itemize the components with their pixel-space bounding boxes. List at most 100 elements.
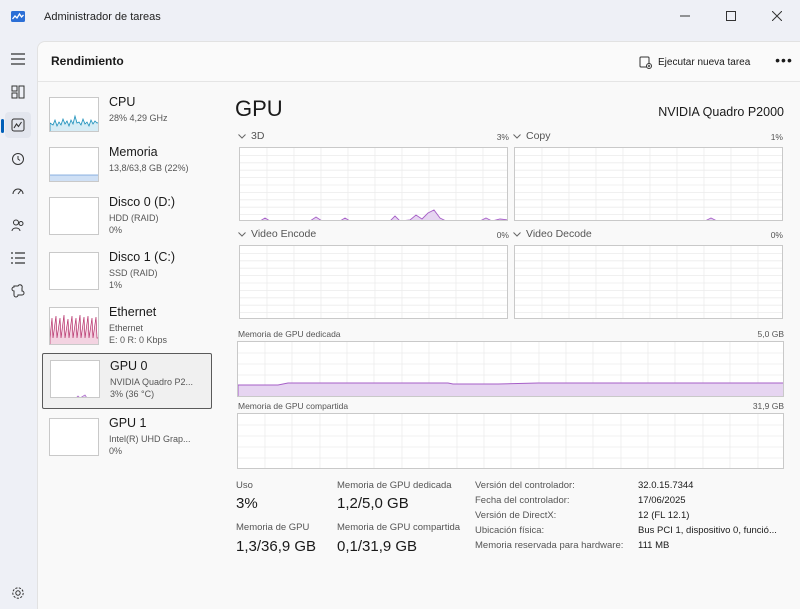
performance-icon xyxy=(11,118,25,132)
device-name: GPU 0 xyxy=(110,359,148,373)
menu-button[interactable] xyxy=(5,46,31,72)
dedicated-memory-graph xyxy=(237,341,784,397)
run-new-task-icon xyxy=(639,56,652,69)
disk0-thumbnail-graph xyxy=(49,197,99,235)
nav-users[interactable] xyxy=(5,212,31,238)
engine-copy-percent: 1% xyxy=(770,132,783,142)
engine-video-decode-selector[interactable]: Video Decode xyxy=(513,228,592,240)
directx-version-value: 12 (FL 12.1) xyxy=(638,510,690,521)
device-sub1: Intel(R) UHD Grap... xyxy=(109,434,191,444)
device-sub1: 28% 4,29 GHz xyxy=(109,113,168,123)
nav-processes[interactable] xyxy=(5,79,31,105)
device-sub1: Ethernet xyxy=(109,323,144,333)
cpu-thumbnail-graph xyxy=(49,97,99,132)
device-name: Ethernet xyxy=(109,305,157,319)
device-name: Disco 0 (D:) xyxy=(109,195,175,209)
engine-video-encode-graph xyxy=(239,245,508,319)
run-new-task-button[interactable]: Ejecutar nueva tarea xyxy=(639,53,750,71)
navigation-rail xyxy=(0,36,36,609)
engine-3d-percent: 3% xyxy=(496,132,509,142)
device-sub2: 3% (36 °C) xyxy=(110,389,155,399)
ethernet-thumbnail-graph xyxy=(49,307,99,345)
minimize-button[interactable] xyxy=(662,0,708,32)
close-button[interactable] xyxy=(754,0,800,32)
device-ethernet[interactable]: Ethernet Ethernet E: 0 R: 0 Kbps xyxy=(42,304,212,359)
disk1-thumbnail-graph xyxy=(49,252,99,290)
processes-icon xyxy=(11,85,25,99)
chevron-down-icon xyxy=(238,231,246,237)
engine-label: Video Encode xyxy=(251,228,317,240)
page-header: Rendimiento Ejecutar nueva tarea ••• xyxy=(38,42,800,82)
run-new-task-label: Ejecutar nueva tarea xyxy=(658,56,751,68)
driver-date-value: 17/06/2025 xyxy=(638,495,686,506)
device-disk-1[interactable]: Disco 1 (C:) SSD (RAID) 1% xyxy=(42,249,212,304)
active-indicator xyxy=(1,119,4,133)
memory-thumbnail-graph xyxy=(49,147,99,182)
engine-video-encode-percent: 0% xyxy=(496,230,509,240)
services-icon xyxy=(11,284,25,298)
engine-video-decode-graph xyxy=(514,245,783,319)
page-title: Rendimiento xyxy=(51,54,124,68)
maximize-icon xyxy=(726,11,736,21)
engine-video-decode-percent: 0% xyxy=(770,230,783,240)
chevron-down-icon xyxy=(513,231,521,237)
gpu-memory-stat-label: Memoria de GPU xyxy=(236,522,310,533)
dedicated-memory-max: 5,0 GB xyxy=(757,329,784,339)
main-panel: Rendimiento Ejecutar nueva tarea ••• CPU… xyxy=(37,41,800,609)
device-name: Memoria xyxy=(109,145,158,159)
device-sub1: 13,8/63,8 GB (22%) xyxy=(109,163,189,173)
device-sub1: SSD (RAID) xyxy=(109,268,158,278)
task-manager-icon xyxy=(11,11,25,22)
driver-date-key: Fecha del controlador: xyxy=(475,495,570,506)
device-gpu-0[interactable]: GPU 0 NVIDIA Quadro P2... 3% (36 °C) xyxy=(42,353,212,409)
nav-details[interactable] xyxy=(5,245,31,271)
dedicated-memory-label: Memoria de GPU dedicada xyxy=(238,329,341,339)
device-sub2: 0% xyxy=(109,446,123,456)
device-name: Disco 1 (C:) xyxy=(109,250,175,264)
device-memory[interactable]: Memoria 13,8/63,8 GB (22%) xyxy=(42,144,212,199)
shared-memory-graph xyxy=(237,413,784,469)
device-name: GPU 1 xyxy=(109,416,147,430)
device-sub2: E: 0 R: 0 Kbps xyxy=(109,335,168,345)
usage-label: Uso xyxy=(236,480,253,491)
engine-3d-graph xyxy=(239,147,508,221)
device-sub2: 1% xyxy=(109,280,123,290)
gpu1-thumbnail-graph xyxy=(49,418,99,456)
hardware-reserved-memory-key: Memoria reservada para hardware: xyxy=(475,540,624,551)
maximize-button[interactable] xyxy=(708,0,754,32)
window-title: Administrador de tareas xyxy=(44,11,161,23)
engine-video-encode-selector[interactable]: Video Encode xyxy=(238,228,316,240)
users-icon xyxy=(11,219,24,232)
usage-value: 3% xyxy=(236,495,258,512)
nav-performance[interactable] xyxy=(5,112,31,138)
nav-startup-apps[interactable] xyxy=(5,179,31,205)
close-icon xyxy=(772,11,782,21)
device-cpu[interactable]: CPU 28% 4,29 GHz xyxy=(42,94,212,149)
device-gpu-1[interactable]: GPU 1 Intel(R) UHD Grap... 0% xyxy=(42,415,212,470)
device-sub1: NVIDIA Quadro P2... xyxy=(110,377,194,387)
details-icon xyxy=(11,252,25,264)
device-disk-0[interactable]: Disco 0 (D:) HDD (RAID) 0% xyxy=(42,194,212,249)
device-name: CPU xyxy=(109,95,136,109)
nav-services[interactable] xyxy=(5,278,31,304)
gpu-title: GPU xyxy=(235,96,283,121)
minimize-icon xyxy=(680,15,690,17)
hamburger-menu-icon xyxy=(11,53,25,65)
title-bar: Administrador de tareas xyxy=(0,0,800,36)
settings-icon xyxy=(12,587,24,599)
engine-copy-graph xyxy=(514,147,783,221)
more-options-button[interactable]: ••• xyxy=(774,52,794,72)
gpu-memory-stat-value: 1,3/36,9 GB xyxy=(236,538,317,555)
physical-location-value: Bus PCI 1, dispositivo 0, funció... xyxy=(638,525,777,536)
engine-copy-selector[interactable]: Copy xyxy=(513,130,551,142)
nav-settings[interactable] xyxy=(5,580,31,606)
dedicated-memory-stat-label: Memoria de GPU dedicada xyxy=(337,480,452,491)
gpu-model: NVIDIA Quadro P2000 xyxy=(658,105,784,119)
app-history-icon xyxy=(12,153,24,165)
nav-app-history[interactable] xyxy=(5,146,31,172)
device-sub2: 0% xyxy=(109,225,123,235)
engine-3d-selector[interactable]: 3D xyxy=(238,130,264,142)
physical-location-key: Ubicación física: xyxy=(475,525,545,536)
startup-apps-icon xyxy=(12,188,24,195)
directx-version-key: Versión de DirectX: xyxy=(475,510,557,521)
